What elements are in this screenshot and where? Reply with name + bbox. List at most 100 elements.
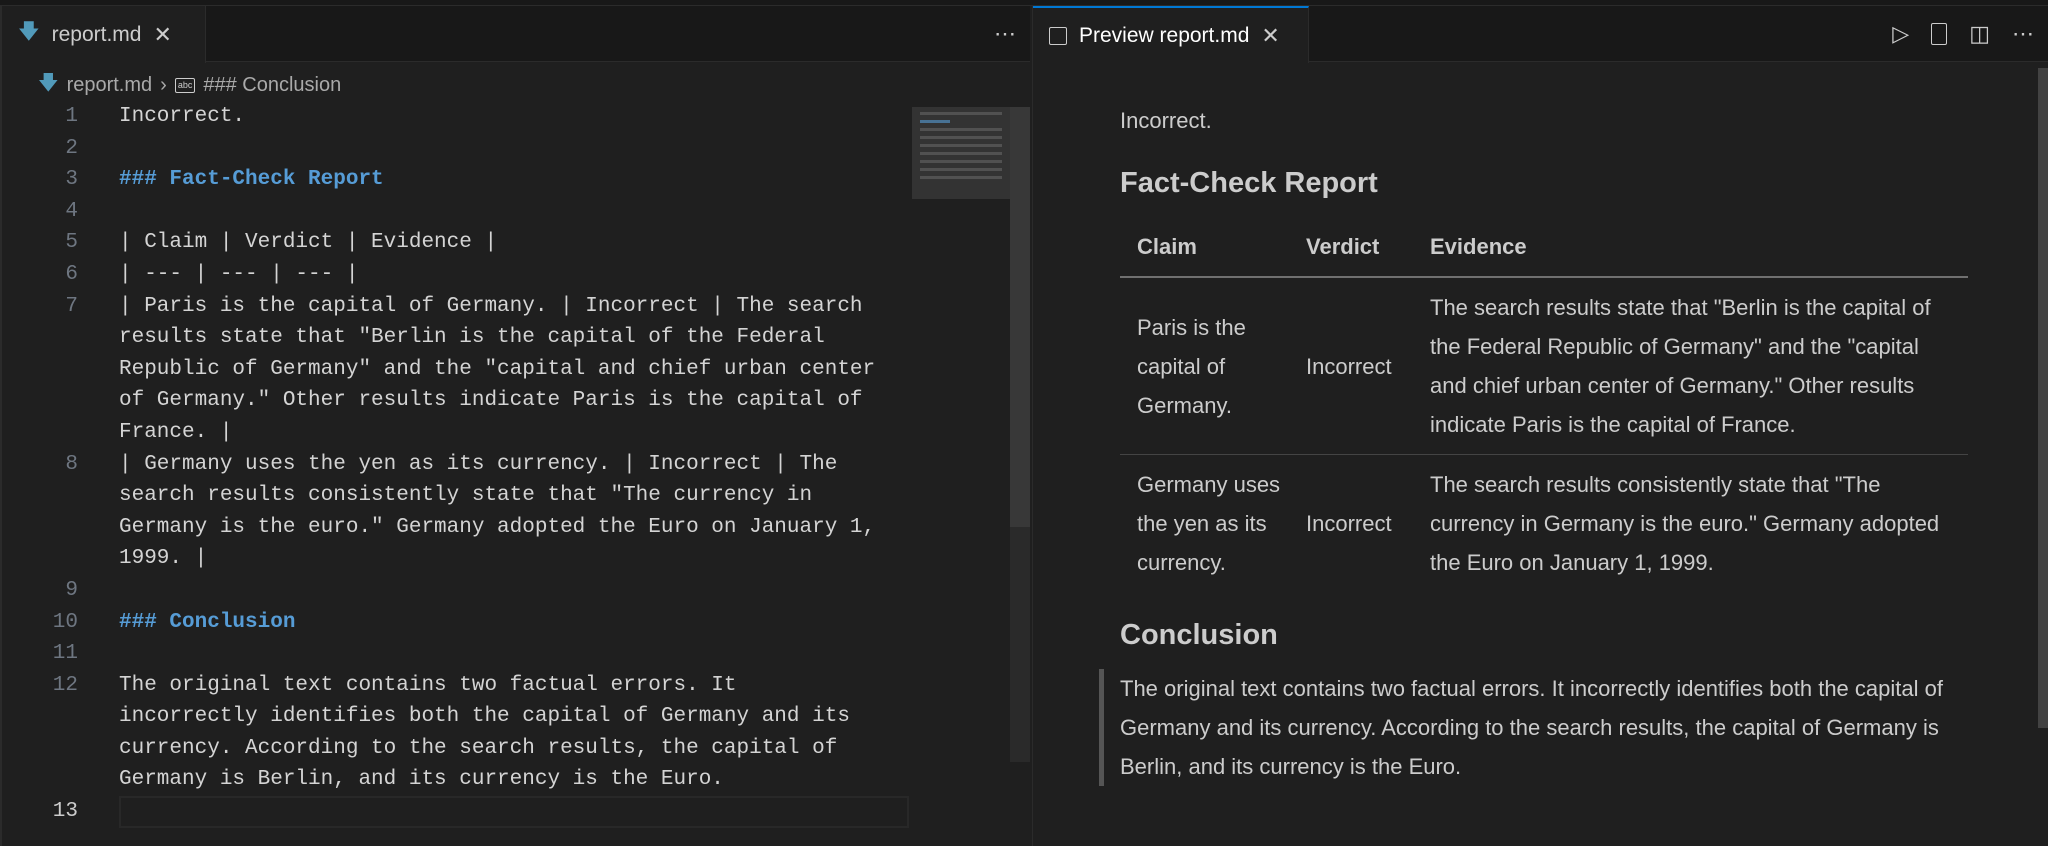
code-line[interactable]: Germany is Berlin, and its currency is t… <box>2 764 1030 796</box>
code-text: currency. According to the search result… <box>119 733 837 765</box>
table-cell: Germany uses the yen as its currency. <box>1120 455 1306 593</box>
preview-scrollbar[interactable] <box>2038 68 2048 728</box>
breadcrumb: 🡇 report.md › abc ### Conclusion <box>38 68 341 102</box>
code-line[interactable]: search results consistently state that "… <box>2 480 1030 512</box>
editor-tab-bar: 🡇 report.md ✕ ⋯ <box>2 6 1030 62</box>
tab-preview-report-md[interactable]: Preview report.md ✕ <box>1033 6 1309 63</box>
heading-fact-check-report: Fact-Check Report <box>1120 164 1984 203</box>
table-cell: Paris is the capital of Germany. <box>1120 277 1306 455</box>
code-text: results state that "Berlin is the capita… <box>119 322 825 354</box>
tab-report-md[interactable]: 🡇 report.md ✕ <box>2 6 206 63</box>
markdown-preview: Incorrect. Fact-Check Report Claim Verdi… <box>1120 101 1984 786</box>
line-number: 12 <box>2 670 78 702</box>
code-line[interactable]: 2 <box>2 133 1030 165</box>
code-line[interactable]: Germany is the euro." Germany adopted th… <box>2 512 1030 544</box>
open-source-icon[interactable] <box>1931 23 1947 45</box>
tab-label: report.md <box>52 23 142 47</box>
code-line[interactable]: Republic of Germany" and the "capital an… <box>2 354 1030 386</box>
breadcrumb-file[interactable]: report.md <box>67 74 153 97</box>
preview-tab-bar: Preview report.md ✕ ▷ ◫ ⋯ <box>1033 6 2048 62</box>
conclusion-blockquote: The original text contains two factual e… <box>1099 669 1984 786</box>
table-row: Germany uses the yen as its currency. In… <box>1120 455 1968 593</box>
code-line[interactable]: incorrectly identifies both the capital … <box>2 701 1030 733</box>
fact-check-table: Claim Verdict Evidence Paris is the capi… <box>1120 217 1968 592</box>
code-line[interactable]: 13 <box>2 796 1030 828</box>
table-cell: Incorrect <box>1306 277 1430 455</box>
breadcrumb-symbol[interactable]: ### Conclusion <box>203 74 341 97</box>
code-line[interactable]: 3 ### Fact-Check Report <box>2 164 1030 196</box>
code-line[interactable]: 8 | Germany uses the yen as its currency.… <box>2 449 1030 481</box>
table-cell: Incorrect <box>1306 455 1430 593</box>
line-number: 7 <box>2 291 78 323</box>
code-text: Republic of Germany" and the "capital an… <box>119 354 875 386</box>
string-symbol-icon: abc <box>175 78 196 93</box>
line-number: 5 <box>2 227 78 259</box>
table-row: Paris is the capital of Germany. Incorre… <box>1120 277 1968 455</box>
code-line[interactable]: 12 The original text contains two factual… <box>2 670 1030 702</box>
intro-paragraph: Incorrect. <box>1120 101 1984 140</box>
line-number: 13 <box>2 796 78 828</box>
code-text: 1999. | <box>119 543 207 575</box>
code-text: ### Fact-Check Report <box>119 164 384 196</box>
editor-scrollbar-thumb[interactable] <box>1010 107 1030 527</box>
preview-pane: Preview report.md ✕ ▷ ◫ ⋯ Incorrect. Fac… <box>1032 6 2048 846</box>
line-number: 9 <box>2 575 78 607</box>
code-text: | --- | --- | --- | <box>119 259 358 291</box>
code-text: search results consistently state that "… <box>119 480 812 512</box>
preview-icon <box>1049 27 1067 45</box>
editor-actions: ⋯ <box>994 6 1016 62</box>
line-number: 3 <box>2 164 78 196</box>
code-line[interactable]: 11 <box>2 638 1030 670</box>
code-text: | Paris is the capital of Germany. | Inc… <box>119 291 863 323</box>
column-header: Evidence <box>1430 217 1968 277</box>
line-number: 1 <box>2 101 78 133</box>
code-line[interactable]: 7 | Paris is the capital of Germany. | In… <box>2 291 1030 323</box>
run-icon[interactable]: ▷ <box>1892 21 1909 47</box>
code-line[interactable]: 9 <box>2 575 1030 607</box>
code-text: of Germany." Other results indicate Pari… <box>119 385 863 417</box>
code-line[interactable]: 6 | --- | --- | --- | <box>2 259 1030 291</box>
code-line[interactable]: 10 ### Conclusion <box>2 607 1030 639</box>
editor-pane: 🡇 report.md ✕ ⋯ 🡇 report.md › abc ### Co… <box>0 6 1030 846</box>
column-header: Claim <box>1120 217 1306 277</box>
close-tab-icon[interactable]: ✕ <box>1261 23 1279 49</box>
code-line[interactable]: France. | <box>2 417 1030 449</box>
tab-label: Preview report.md <box>1079 24 1249 48</box>
code-text: | Claim | Verdict | Evidence | <box>119 227 497 259</box>
line-number: 6 <box>2 259 78 291</box>
code-text: Germany is the euro." Germany adopted th… <box>119 512 875 544</box>
preview-actions: ▷ ◫ ⋯ <box>1892 6 2034 62</box>
code-line[interactable]: of Germany." Other results indicate Pari… <box>2 385 1030 417</box>
heading-conclusion: Conclusion <box>1120 616 1984 655</box>
code-line[interactable]: 5 | Claim | Verdict | Evidence | <box>2 227 1030 259</box>
code-text: Germany is Berlin, and its currency is t… <box>119 764 724 796</box>
table-cell: The search results state that "Berlin is… <box>1430 277 1968 455</box>
code-text: incorrectly identifies both the capital … <box>119 701 850 733</box>
close-tab-icon[interactable]: ✕ <box>153 22 171 48</box>
chevron-right-icon: › <box>160 74 167 97</box>
more-actions-icon[interactable]: ⋯ <box>2012 21 2034 47</box>
code-line[interactable]: currency. According to the search result… <box>2 733 1030 765</box>
split-editor-icon[interactable]: ◫ <box>1969 21 1990 47</box>
code-line[interactable]: 4 <box>2 196 1030 228</box>
code-editor[interactable]: 1 Incorrect. 23 ### Fact-Check Report 45 | Cl… <box>2 101 1030 828</box>
code-line[interactable]: 1 Incorrect. <box>2 101 1030 133</box>
column-header: Verdict <box>1306 217 1430 277</box>
markdown-file-icon: 🡇 <box>18 17 40 52</box>
current-line-highlight <box>119 796 909 828</box>
line-number: 11 <box>2 638 78 670</box>
line-number: 10 <box>2 607 78 639</box>
code-line[interactable]: results state that "Berlin is the capita… <box>2 322 1030 354</box>
more-actions-icon[interactable]: ⋯ <box>994 21 1016 47</box>
code-text: Incorrect. <box>119 101 245 133</box>
code-text: | Germany uses the yen as its currency. … <box>119 449 837 481</box>
line-number: 4 <box>2 196 78 228</box>
code-text: The original text contains two factual e… <box>119 670 737 702</box>
code-line[interactable]: 1999. | <box>2 543 1030 575</box>
minimap[interactable] <box>912 107 1010 199</box>
code-text: France. | <box>119 417 232 449</box>
code-text: ### Conclusion <box>119 607 295 639</box>
line-number: 2 <box>2 133 78 165</box>
line-number: 8 <box>2 449 78 481</box>
markdown-file-icon: 🡇 <box>38 68 59 102</box>
